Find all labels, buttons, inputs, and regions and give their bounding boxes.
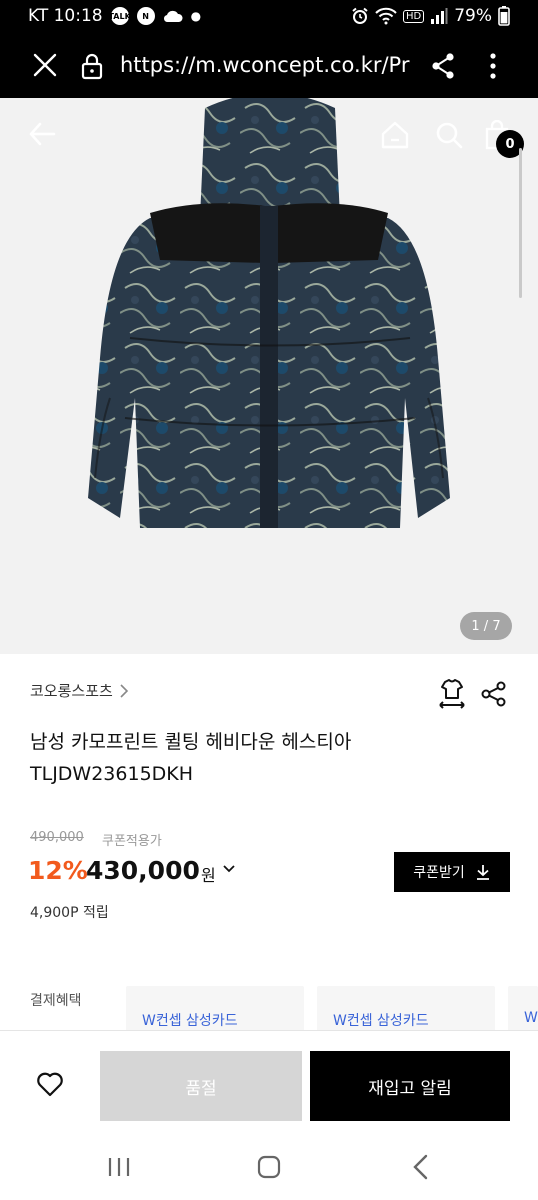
url-bar[interactable]: https://m.wconcept.co.kr/Prc [120, 53, 410, 77]
coupon-price-note: 쿠폰적용가 [102, 834, 162, 849]
recent-apps-icon[interactable] [106, 1156, 132, 1178]
close-icon[interactable] [32, 52, 58, 78]
back-nav-icon[interactable] [410, 1154, 432, 1180]
brand-link[interactable]: 코오롱스포츠 [30, 680, 129, 701]
download-icon [476, 865, 489, 880]
product-image-gallery[interactable]: 0 1 / 7 [0, 98, 538, 654]
currency-label[interactable]: 원 [201, 862, 216, 886]
lock-icon[interactable] [80, 52, 104, 80]
cloud-icon [163, 10, 183, 23]
get-coupon-button[interactable]: 쿠폰받기 [394, 852, 510, 892]
status-bar: KT 10:18 TALK N ● HD 79% [0, 0, 538, 34]
signal-icon [431, 8, 448, 24]
product-title-line1: 남성 카모프린트 퀼팅 헤비다운 헤스티아 [30, 731, 352, 753]
size-guide-icon[interactable] [436, 678, 468, 710]
heart-icon[interactable] [36, 1071, 64, 1097]
hd-voice-icon: HD [402, 9, 425, 23]
image-counter: 1 / 7 [460, 612, 512, 640]
naver-notification-icon: N [136, 7, 155, 25]
home-icon[interactable] [380, 120, 410, 150]
home-nav-icon[interactable] [256, 1154, 282, 1180]
back-arrow-icon[interactable] [28, 120, 56, 148]
purchase-action-bar: 품절 재입고 알림 [0, 1030, 538, 1134]
product-title: 남성 카모프린트 퀼팅 헤비다운 헤스티아 TLJDW23615DKH [30, 726, 510, 790]
discount-rate: 12% [28, 856, 88, 885]
share-product-icon[interactable] [480, 680, 508, 708]
original-price: 490,000 [30, 830, 84, 845]
status-right: HD 79% [351, 6, 510, 26]
payment-benefit-label: 결제혜택 [30, 993, 82, 1009]
battery-percent: 79% [454, 6, 492, 26]
kakaotalk-notification-icon: TALK [108, 7, 131, 25]
scrollbar[interactable] [519, 148, 522, 298]
status-left: KT 10:18 TALK N ● [28, 6, 201, 26]
carrier-time: KT 10:18 [28, 6, 103, 26]
more-notifications-dot: ● [190, 9, 202, 23]
more-vert-icon[interactable] [484, 52, 502, 80]
product-title-line2: TLJDW23615DKH [30, 763, 194, 785]
sale-price: 430,000 [86, 856, 200, 885]
alarm-icon [352, 7, 368, 24]
search-icon[interactable] [434, 120, 464, 150]
soldout-button[interactable]: 품절 [100, 1051, 302, 1121]
restock-alert-button[interactable]: 재입고 알림 [310, 1051, 510, 1121]
browser-toolbar: https://m.wconcept.co.kr/Prc [0, 34, 538, 98]
chevron-right-icon [120, 683, 128, 698]
reward-points: 4,900P 적립 [30, 905, 109, 921]
battery-icon [498, 6, 510, 26]
system-nav-bar [0, 1134, 538, 1200]
share-icon[interactable] [430, 52, 456, 80]
brand-name: 코오롱스포츠 [30, 682, 113, 700]
wifi-icon [375, 7, 397, 25]
chevron-down-icon[interactable] [222, 862, 236, 876]
get-coupon-label: 쿠폰받기 [413, 865, 465, 881]
product-image [88, 98, 450, 528]
